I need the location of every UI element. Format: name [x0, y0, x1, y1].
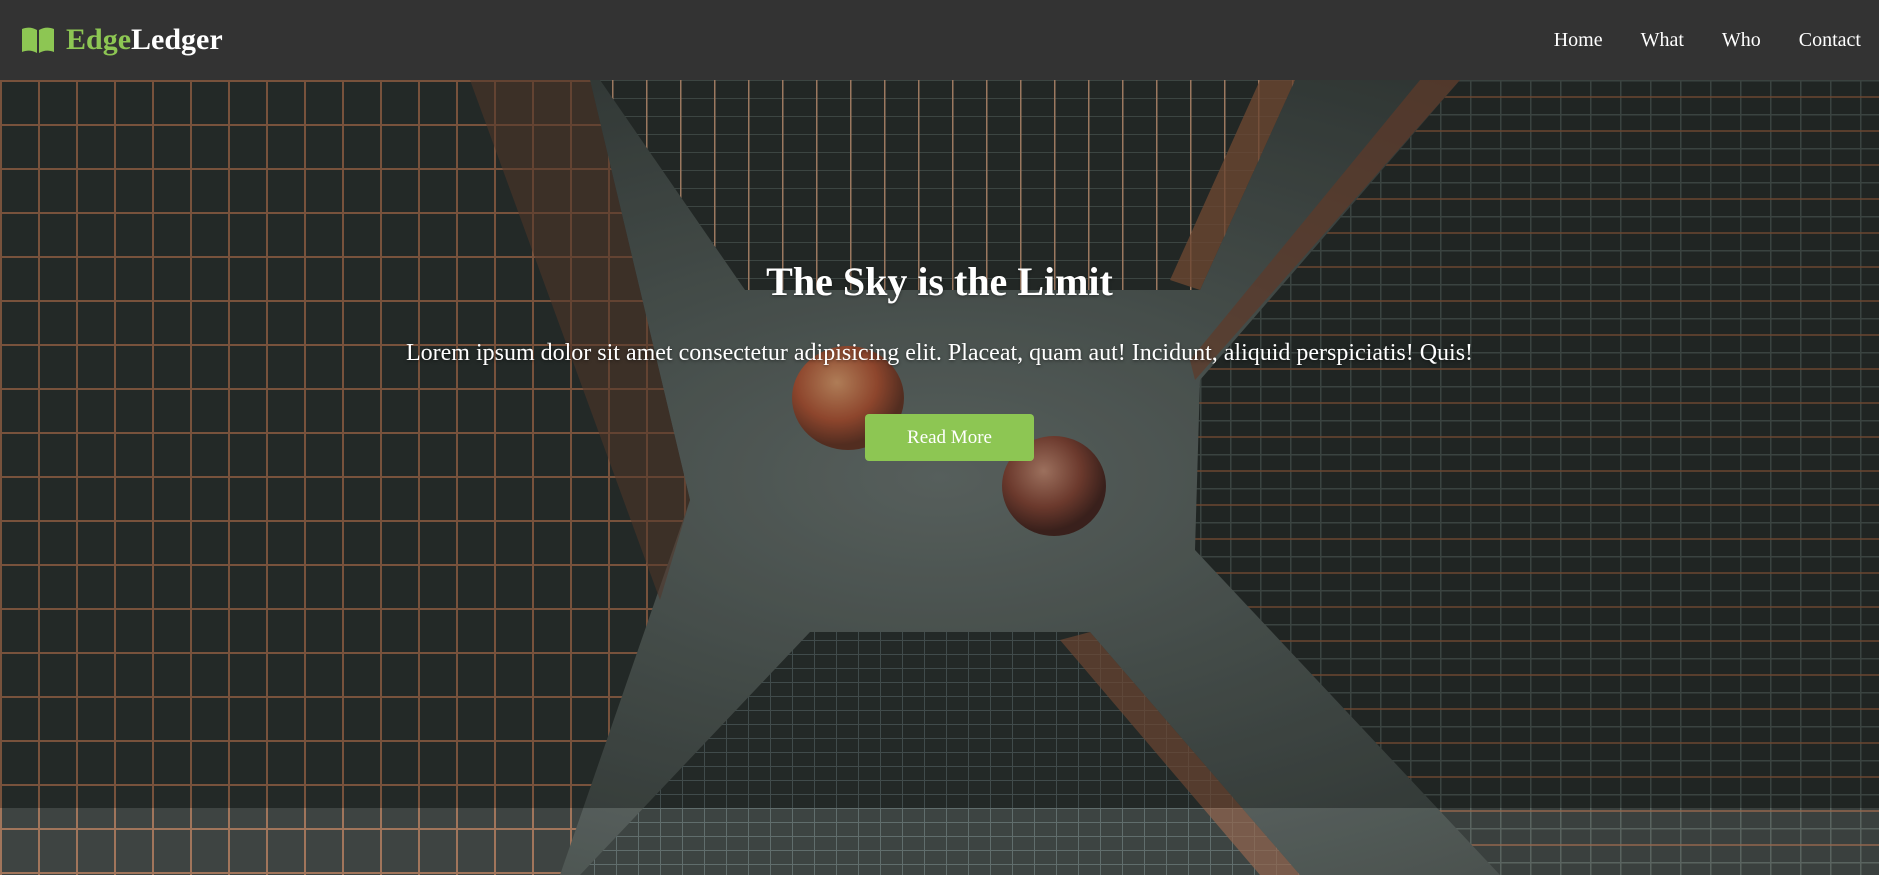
brand-logo[interactable]: EdgeLedger [20, 25, 223, 55]
nav-item-what: What [1641, 29, 1684, 52]
hero-title: The Sky is the Limit [766, 259, 1113, 304]
read-more-button[interactable]: Read More [865, 414, 1034, 461]
hero-text: Lorem ipsum dolor sit amet consectetur a… [405, 340, 1474, 366]
hero-bottom-band [0, 808, 1879, 875]
nav-link-contact[interactable]: Contact [1799, 29, 1861, 51]
brand-name-rest: Ledger [131, 23, 223, 56]
nav-links: Home What Who Contact [1516, 29, 1861, 52]
navbar: EdgeLedger Home What Who Contact [0, 0, 1879, 80]
nav-link-who[interactable]: Who [1722, 29, 1761, 51]
nav-link-home[interactable]: Home [1554, 29, 1603, 51]
book-open-icon [22, 27, 54, 53]
brand-name-accent: Edge [66, 23, 132, 56]
brand-name: EdgeLedger [66, 25, 223, 55]
nav-item-home: Home [1554, 29, 1603, 52]
hero-section: The Sky is the Limit Lorem ipsum dolor s… [0, 80, 1879, 875]
nav-item-who: Who [1722, 29, 1761, 52]
nav-item-contact: Contact [1799, 29, 1861, 52]
nav-link-what[interactable]: What [1641, 29, 1684, 51]
